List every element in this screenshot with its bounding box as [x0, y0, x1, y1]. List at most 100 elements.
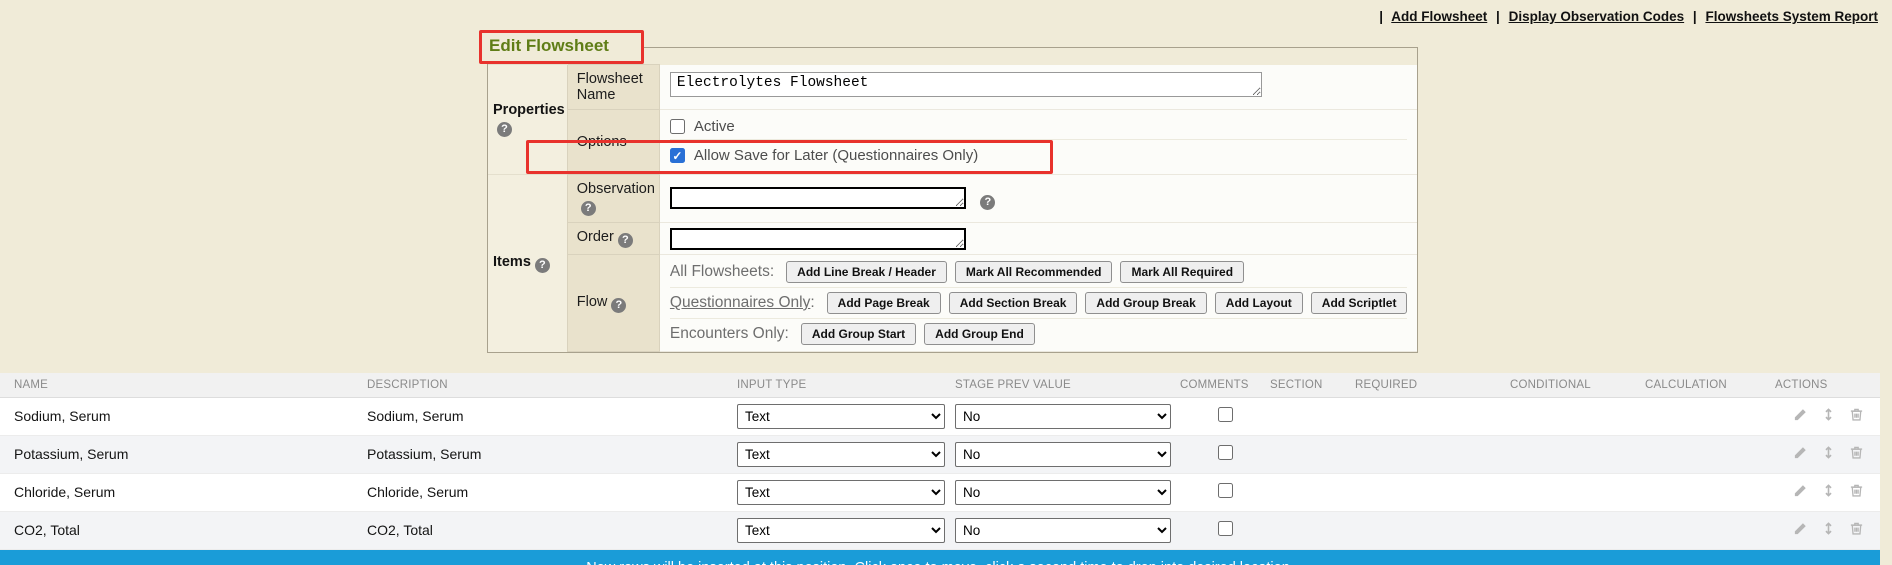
column-header-required: REQUIRED: [1355, 373, 1510, 397]
stage-prev-value-select[interactable]: No: [955, 442, 1171, 467]
move-icon[interactable]: [1821, 483, 1836, 501]
edit-icon[interactable]: [1793, 483, 1808, 501]
row-name: Potassium, Serum: [0, 435, 367, 473]
column-header-input-type: INPUT TYPE: [737, 373, 955, 397]
column-header-conditional: CONDITIONAL: [1510, 373, 1645, 397]
row-required: [1355, 397, 1510, 435]
column-header-description: DESCRIPTION: [367, 373, 737, 397]
flowsheet-name-input[interactable]: Electrolytes Flowsheet: [670, 72, 1262, 97]
row-name: CO2, Total: [0, 511, 367, 549]
link-display-observation-codes[interactable]: Display Observation Codes: [1509, 9, 1685, 24]
help-icon[interactable]: ?: [497, 122, 512, 137]
nav-separator: |: [1693, 9, 1697, 24]
help-icon[interactable]: ?: [581, 201, 596, 216]
table-header-row: NAME DESCRIPTION INPUT TYPE STAGE PREV V…: [0, 373, 1880, 397]
stage-prev-value-select[interactable]: No: [955, 404, 1171, 429]
row-section: [1270, 397, 1355, 435]
row-section: [1270, 473, 1355, 511]
row-calculation: [1645, 397, 1775, 435]
stage-prev-value-select[interactable]: No: [955, 480, 1171, 505]
row-conditional: [1510, 473, 1645, 511]
add-group-start-button[interactable]: Add Group Start: [801, 323, 916, 345]
row-required: [1355, 473, 1510, 511]
add-layout-button[interactable]: Add Layout: [1215, 292, 1303, 314]
comments-checkbox[interactable]: [1218, 407, 1233, 422]
mark-all-recommended-button[interactable]: Mark All Recommended: [955, 261, 1113, 283]
flow-row-encounters-only: Encounters Only: Add Group Start Add Gro…: [670, 319, 1408, 349]
top-nav: | Add Flowsheet | Display Observation Co…: [0, 0, 1892, 30]
input-type-select[interactable]: Text: [737, 442, 945, 467]
flowsheet-name-label: Flowsheet Name: [567, 65, 659, 110]
nav-separator: |: [1379, 9, 1383, 24]
add-section-break-button[interactable]: Add Section Break: [949, 292, 1078, 314]
option-allow-save-row: ✓ Allow Save for Later (Questionnaires O…: [670, 140, 1408, 171]
input-type-select[interactable]: Text: [737, 480, 945, 505]
properties-group-label: Properties?: [488, 65, 567, 175]
column-header-stage-prev-value: STAGE PREV VALUE: [955, 373, 1180, 397]
add-page-break-button[interactable]: Add Page Break: [827, 292, 941, 314]
edit-icon[interactable]: [1793, 407, 1808, 425]
help-icon[interactable]: ?: [618, 233, 633, 248]
comments-checkbox[interactable]: [1218, 445, 1233, 460]
help-icon[interactable]: ?: [535, 258, 550, 273]
delete-icon[interactable]: [1849, 407, 1864, 425]
page-title: Edit Flowsheet: [489, 36, 609, 55]
table-row: Chloride, Serum Chloride, Serum Text No: [0, 473, 1880, 511]
help-icon[interactable]: ?: [980, 195, 995, 210]
input-type-select[interactable]: Text: [737, 404, 945, 429]
row-conditional: [1510, 435, 1645, 473]
row-calculation: [1645, 435, 1775, 473]
allow-save-checkbox[interactable]: ✓: [670, 148, 685, 163]
row-description: CO2, Total: [367, 511, 737, 549]
help-icon[interactable]: ?: [611, 298, 626, 313]
observation-input[interactable]: [670, 187, 966, 209]
add-scriptlet-button[interactable]: Add Scriptlet: [1311, 292, 1408, 314]
comments-checkbox[interactable]: [1218, 521, 1233, 536]
column-header-calculation: CALCULATION: [1645, 373, 1775, 397]
edit-flowsheet-form: Edit Flowsheet Properties? Flowsheet Nam…: [487, 30, 1390, 353]
allow-save-checkbox-label: Allow Save for Later (Questionnaires Onl…: [694, 147, 978, 164]
row-required: [1355, 435, 1510, 473]
edit-icon[interactable]: [1793, 445, 1808, 463]
column-header-name: NAME: [0, 373, 367, 397]
move-icon[interactable]: [1821, 407, 1836, 425]
row-section: [1270, 511, 1355, 549]
items-group-label: Items?: [488, 175, 567, 352]
move-icon[interactable]: [1821, 521, 1836, 539]
comments-checkbox[interactable]: [1218, 483, 1233, 498]
edit-icon[interactable]: [1793, 521, 1808, 539]
row-name: Chloride, Serum: [0, 473, 367, 511]
options-label: Options: [567, 110, 659, 175]
stage-prev-value-select[interactable]: No: [955, 518, 1171, 543]
move-icon[interactable]: [1821, 445, 1836, 463]
add-group-break-button[interactable]: Add Group Break: [1085, 292, 1206, 314]
questionnaires-only-link[interactable]: Questionnaires Only: [670, 294, 810, 311]
input-type-select[interactable]: Text: [737, 518, 945, 543]
insert-position-bar[interactable]: New rows will be inserted at this positi…: [0, 550, 1880, 565]
table-row: CO2, Total CO2, Total Text No: [0, 511, 1880, 549]
mark-all-required-button[interactable]: Mark All Required: [1120, 261, 1244, 283]
option-active-row: Active: [670, 113, 1408, 140]
flowsheet-items-table: NAME DESCRIPTION INPUT TYPE STAGE PREV V…: [0, 373, 1880, 550]
link-flowsheets-system-report[interactable]: Flowsheets System Report: [1705, 9, 1878, 24]
flow-row-questionnaires-only: Questionnaires Only: Add Page Break Add …: [670, 288, 1408, 319]
active-checkbox[interactable]: [670, 119, 685, 134]
order-input[interactable]: [670, 228, 966, 250]
observation-label: Observation?: [567, 175, 659, 223]
row-required: [1355, 511, 1510, 549]
add-line-break-header-button[interactable]: Add Line Break / Header: [786, 261, 947, 283]
add-group-end-button[interactable]: Add Group End: [924, 323, 1035, 345]
row-conditional: [1510, 397, 1645, 435]
column-header-actions: ACTIONS: [1775, 373, 1880, 397]
table-row: Potassium, Serum Potassium, Serum Text N…: [0, 435, 1880, 473]
row-description: Sodium, Serum: [367, 397, 737, 435]
active-checkbox-label: Active: [694, 118, 735, 135]
delete-icon[interactable]: [1849, 521, 1864, 539]
highlight-box-title: Edit Flowsheet: [479, 30, 644, 64]
delete-icon[interactable]: [1849, 445, 1864, 463]
link-add-flowsheet[interactable]: Add Flowsheet: [1391, 9, 1487, 24]
all-flowsheets-label: All Flowsheets:: [670, 263, 774, 281]
row-description: Chloride, Serum: [367, 473, 737, 511]
delete-icon[interactable]: [1849, 483, 1864, 501]
row-calculation: [1645, 511, 1775, 549]
